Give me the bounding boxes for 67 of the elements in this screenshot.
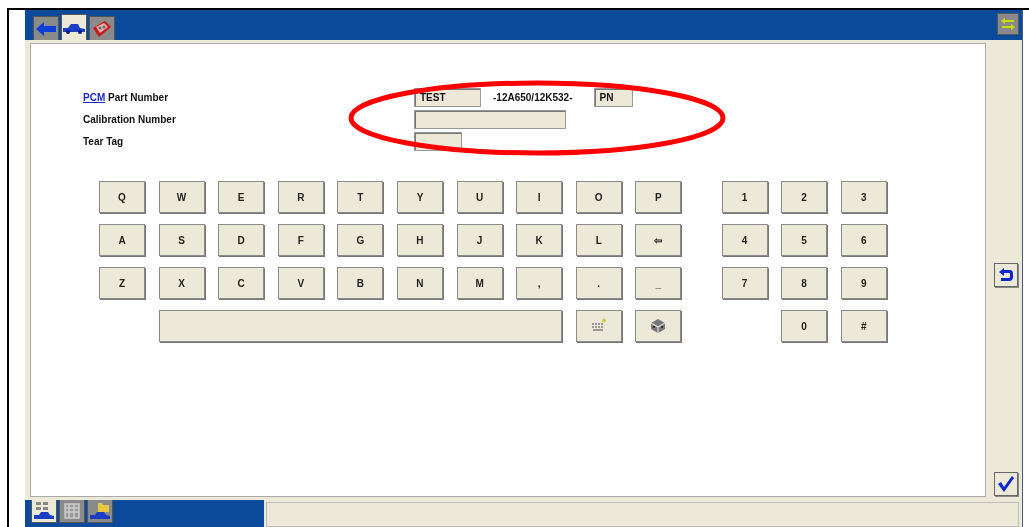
key[interactable]: 4 [721,224,768,256]
key[interactable]: F [277,224,324,256]
return-button[interactable] [994,263,1018,287]
folder-car-icon [89,501,111,521]
text-field[interactable]: PN [593,88,633,107]
swap-button[interactable] [997,13,1019,35]
tab[interactable] [59,500,85,523]
key[interactable]: B [337,267,384,299]
tab[interactable] [61,14,87,40]
key[interactable]: O [575,181,622,213]
checkmark-icon [997,475,1015,493]
key[interactable]: P [635,181,682,213]
key[interactable]: 0 [781,310,828,342]
key[interactable]: 7 [721,267,768,299]
part-code: -12A650/12K532- [493,92,573,103]
key[interactable]: Y [396,181,443,213]
key[interactable]: 5 [781,224,828,256]
key[interactable]: T [337,181,384,213]
key[interactable]: L [575,224,622,256]
tab[interactable] [87,500,113,523]
field-label: Calibration Number [83,114,177,125]
return-arrow-icon [998,268,1014,282]
field-label: PCM Part Number [83,92,170,103]
key[interactable]: 3 [840,181,887,213]
key[interactable]: ⇦ [635,224,682,256]
key[interactable]: 9 [840,267,887,299]
key[interactable]: A [99,224,145,256]
key[interactable]: K [516,224,563,256]
key[interactable]: V [277,267,324,299]
table-icon [63,502,81,520]
key[interactable]: X [158,267,205,299]
key[interactable]: I [516,181,563,213]
key[interactable]: H [396,224,443,256]
key[interactable]: . [575,267,622,299]
key[interactable]: 8 [781,267,828,299]
confirm-button[interactable] [994,472,1018,496]
module-button[interactable] [635,310,682,342]
key[interactable]: D [218,224,265,256]
key[interactable]: 6 [840,224,887,256]
key[interactable]: 2 [781,181,828,213]
key[interactable]: Z [99,267,145,299]
key[interactable]: _ [635,267,682,299]
key[interactable]: E [218,181,265,213]
key[interactable]: R [277,181,324,213]
swap-arrows-icon [1000,17,1016,31]
field-label: Tear Tag [83,136,125,147]
key[interactable]: W [158,181,205,213]
keyboard-button[interactable] [575,310,622,342]
key[interactable]: # [840,310,887,342]
key[interactable]: , [516,267,563,299]
key[interactable]: 1 [721,181,768,213]
tab[interactable] [31,500,57,523]
key[interactable]: Q [99,181,145,213]
spacebar[interactable] [158,310,563,342]
key[interactable]: N [396,267,443,299]
keyboard-icon [589,318,608,334]
key[interactable]: M [456,267,503,299]
grid-car-icon [33,501,55,521]
pcm-link[interactable]: PCM [83,92,106,103]
back-arrow-icon [35,20,57,37]
car-icon [62,21,86,34]
key[interactable]: G [337,224,384,256]
key[interactable]: U [456,181,503,213]
key[interactable]: C [218,267,265,299]
key[interactable]: S [158,224,205,256]
text-field[interactable] [414,110,566,129]
key[interactable]: J [456,224,503,256]
